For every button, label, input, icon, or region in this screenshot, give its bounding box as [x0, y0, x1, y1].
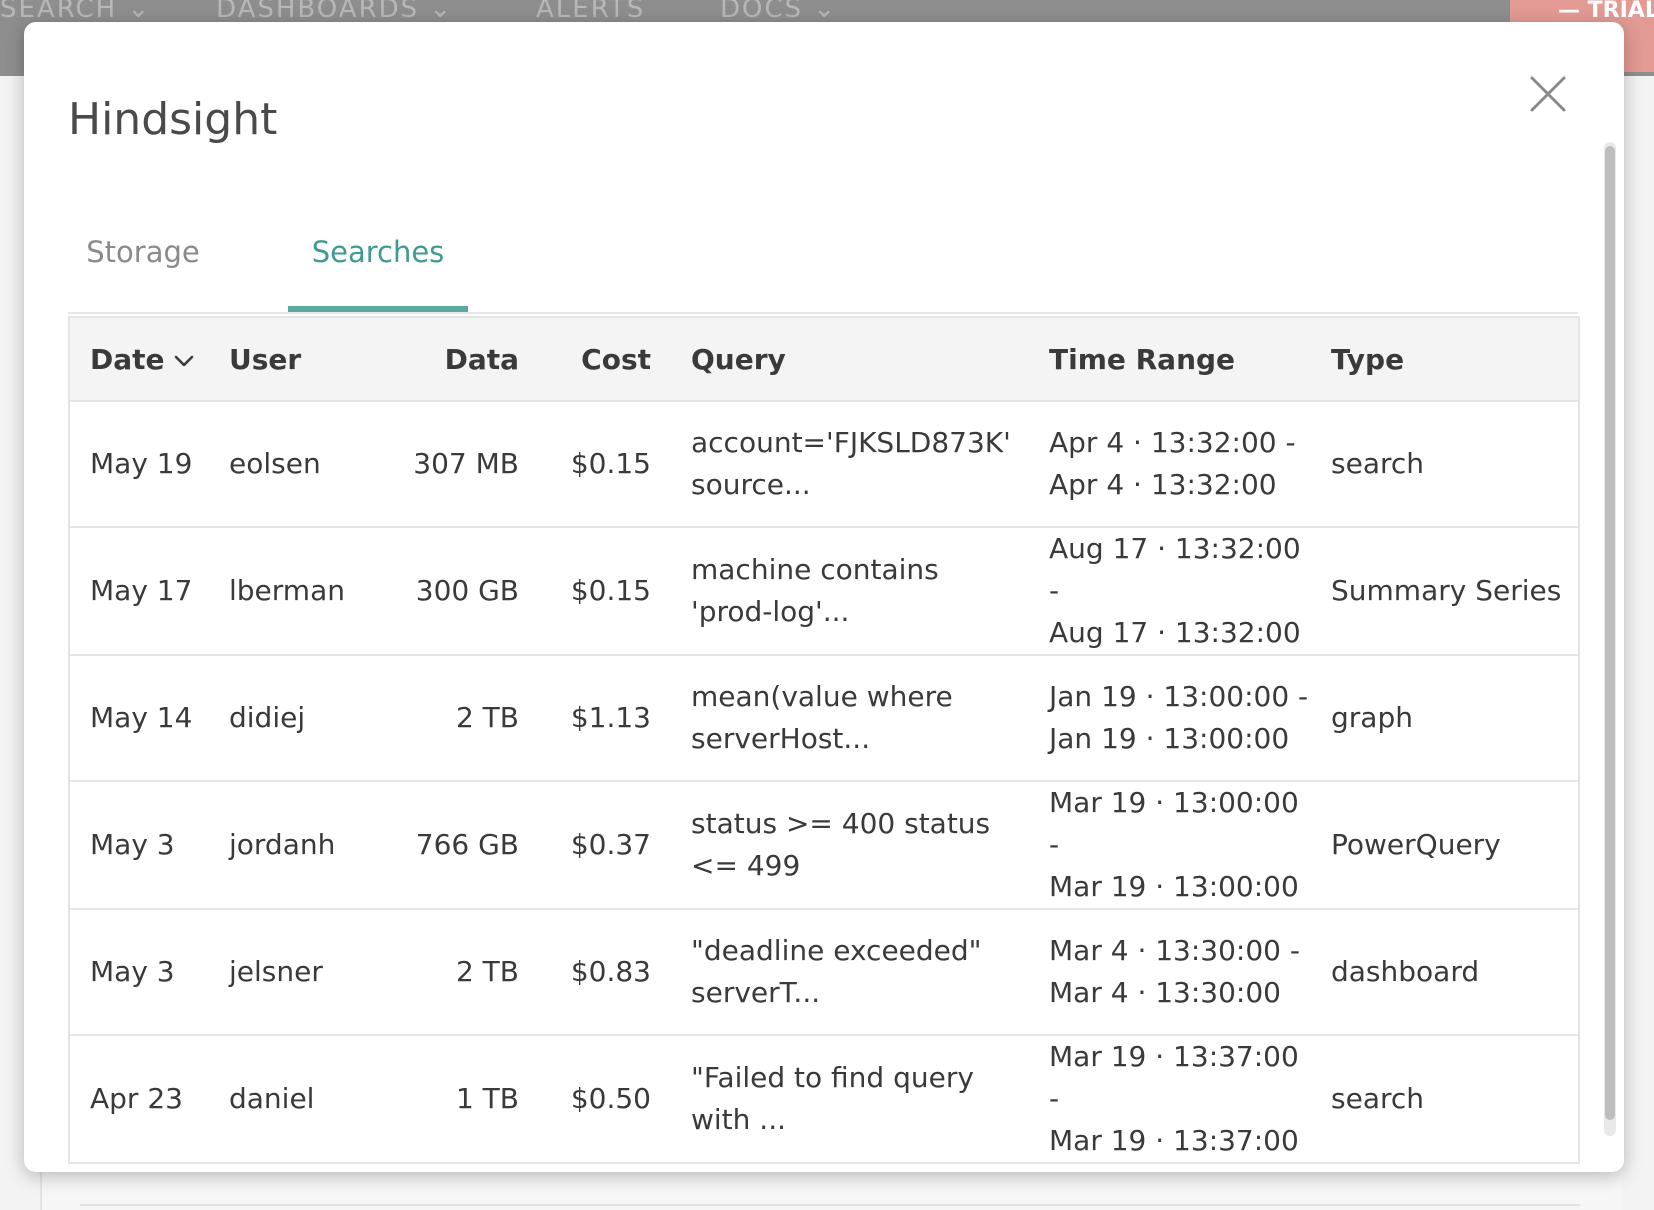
cell-type: dashboard: [1311, 909, 1579, 1036]
column-header-time-range[interactable]: Time Range: [1029, 317, 1311, 402]
column-header-data[interactable]: Data: [379, 317, 539, 402]
cell-type: search: [1311, 401, 1579, 528]
nav-item-docs[interactable]: DOCS ⌄: [720, 0, 837, 24]
modal-scrollbar[interactable]: [1604, 142, 1616, 1136]
cell-cost: $1.13: [539, 655, 671, 782]
cell-type: graph: [1311, 655, 1579, 782]
cell-type: Summary Series: [1311, 527, 1579, 656]
cell-cost: $0.15: [539, 401, 671, 528]
column-header-query[interactable]: Query: [671, 317, 1029, 402]
table-row[interactable]: May 14 didiej 2 TB $1.13 mean(value wher…: [69, 655, 1579, 782]
column-header-cost[interactable]: Cost: [539, 317, 671, 402]
tab-searches[interactable]: Searches: [288, 222, 468, 312]
time-range-end: Jan 19 · 13:00:00: [1049, 722, 1290, 755]
table-row[interactable]: Apr 23 daniel 1 TB $0.50 "Failed to find…: [69, 1035, 1579, 1163]
cell-cost: $0.15: [539, 527, 671, 656]
cell-time-range: Aug 17 · 13:32:00 - Aug 17 · 13:32:00: [1029, 527, 1311, 656]
time-range-start: Aug 17 · 13:32:00 -: [1049, 532, 1301, 607]
cell-data: 766 GB: [379, 781, 539, 910]
time-range-start: Mar 4 · 13:30:00 -: [1049, 934, 1301, 967]
tab-storage[interactable]: Storage: [68, 222, 218, 310]
time-range-end: Mar 19 · 13:37:00: [1049, 1124, 1299, 1157]
table-header-row: Date User Data Cost Query Time Range Typ…: [69, 317, 1579, 402]
cell-data: 2 TB: [379, 909, 539, 1036]
cell-user: daniel: [229, 1082, 315, 1115]
chevron-down-icon: [173, 354, 195, 368]
searches-table: Date User Data Cost Query Time Range Typ…: [68, 316, 1580, 1164]
cell-cost: $0.83: [539, 909, 671, 1036]
cell-cost: $0.50: [570, 1082, 651, 1115]
cell-time-range: Mar 19 · 13:37:00 - Mar 19 · 13:37:00: [1029, 1035, 1311, 1163]
background-divider: [80, 1204, 1580, 1206]
nav-item-dashboards[interactable]: DASHBOARDS ⌄: [216, 0, 453, 24]
cell-user: lberman: [209, 527, 379, 656]
time-range-end: Mar 4 · 13:30:00: [1049, 976, 1281, 1009]
scrollbar-thumb[interactable]: [1605, 146, 1615, 1120]
time-range-start: Jan 19 · 13:00:00 -: [1049, 680, 1309, 713]
column-header-date[interactable]: Date: [69, 317, 209, 402]
modal-title: Hindsight: [68, 94, 278, 145]
cell-query: status >= 400 status <= 499: [671, 781, 1029, 910]
table-row[interactable]: May 3 jelsner 2 TB $0.83 "deadline excee…: [69, 909, 1579, 1036]
time-range-start: Apr 4 · 13:32:00 -: [1049, 426, 1296, 459]
tab-bar: Storage Searches: [68, 222, 1578, 314]
column-header-type[interactable]: Type: [1311, 317, 1579, 402]
cell-type: PowerQuery: [1311, 781, 1579, 910]
cell-query: machine contains 'prod-log'...: [671, 527, 1029, 656]
table-row[interactable]: May 17 lberman 300 GB $0.15 machine cont…: [69, 527, 1579, 656]
cell-time-range: Mar 4 · 13:30:00 - Mar 4 · 13:30:00: [1029, 909, 1311, 1036]
cell-query: "Failed to find query with ...: [691, 1061, 974, 1136]
cell-query: "deadline exceeded" serverT...: [671, 909, 1029, 1036]
cell-time-range: Apr 4 · 13:32:00 - Apr 4 · 13:32:00: [1029, 401, 1311, 528]
cell-date: May 3: [69, 909, 209, 1036]
time-range-end: Aug 17 · 13:32:00: [1049, 616, 1301, 649]
close-button[interactable]: [1526, 72, 1570, 116]
cell-user: didiej: [209, 655, 379, 782]
cell-data: 2 TB: [379, 655, 539, 782]
time-range-end: Apr 4 · 13:32:00: [1049, 468, 1277, 501]
cell-time-range: Mar 19 · 13:00:00 - Mar 19 · 13:00:00: [1029, 781, 1311, 910]
nav-item-alerts[interactable]: ALERTS: [536, 0, 645, 24]
time-range-start: Mar 19 · 13:00:00 -: [1049, 786, 1299, 861]
cell-date: Apr 23: [90, 1082, 183, 1115]
cell-date: May 17: [69, 527, 209, 656]
close-icon: [1530, 76, 1566, 112]
cell-date: May 3: [69, 781, 209, 910]
trial-label: — TRIAL: [1558, 0, 1654, 23]
nav-item-search[interactable]: SEARCH ⌄: [0, 0, 151, 24]
cell-data: 1 TB: [455, 1082, 519, 1115]
cell-cost: $0.37: [539, 781, 671, 910]
hindsight-modal: Hindsight Storage Searches Date User Dat…: [24, 22, 1624, 1172]
cell-type: search: [1331, 1082, 1425, 1115]
cell-user: jordanh: [209, 781, 379, 910]
table-row[interactable]: May 19 eolsen 307 MB $0.15 account='FJKS…: [69, 401, 1579, 528]
cell-data: 300 GB: [379, 527, 539, 656]
cell-query: account='FJKSLD873K' source...: [671, 401, 1029, 528]
cell-date: May 14: [69, 655, 209, 782]
time-range-start: Mar 19 · 13:37:00 -: [1049, 1040, 1299, 1115]
table-row[interactable]: May 3 jordanh 766 GB $0.37 status >= 400…: [69, 781, 1579, 910]
cell-date: May 19: [69, 401, 209, 528]
cell-query: mean(value where serverHost...: [671, 655, 1029, 782]
cell-user: jelsner: [209, 909, 379, 1036]
tab-searches-label: Searches: [311, 235, 445, 269]
column-header-user[interactable]: User: [209, 317, 379, 402]
cell-user: eolsen: [209, 401, 379, 528]
active-tab-indicator: [288, 306, 468, 312]
cell-data: 307 MB: [379, 401, 539, 528]
cell-time-range: Jan 19 · 13:00:00 - Jan 19 · 13:00:00: [1029, 655, 1311, 782]
time-range-end: Mar 19 · 13:00:00: [1049, 870, 1299, 903]
